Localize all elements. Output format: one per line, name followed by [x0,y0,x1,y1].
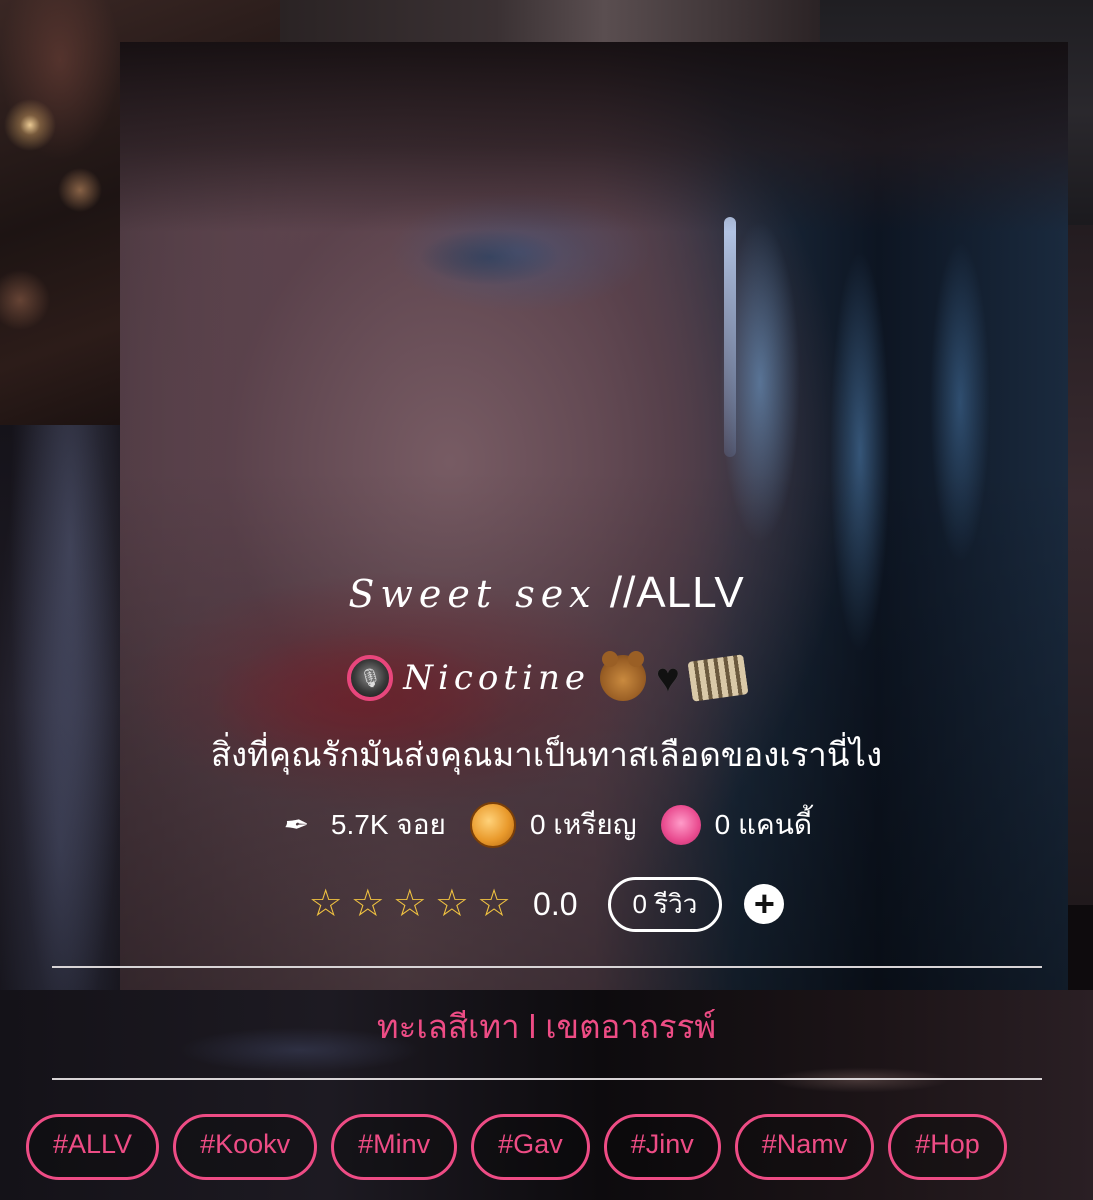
reviews-button[interactable]: 0 รีวิว [607,876,723,932]
story-genre[interactable]: ทะเลสีเทา l เขตอาถรรพ์ [0,1000,1093,1053]
film-strip-icon [687,654,749,702]
candy-icon [660,805,701,845]
coin-count: 0 เหรียญ [529,809,637,840]
tag-chip[interactable]: #Hop [888,1114,1007,1180]
author-name[interactable]: Nicotine [403,658,590,698]
star-icon[interactable]: ☆ [309,885,343,923]
tag-list: #ALLV #Kookv #Minv #Gav #Jinv #Namv #Hop [26,1114,1093,1180]
add-review-button[interactable]: + [744,884,785,924]
star-icon[interactable]: ☆ [477,885,511,923]
tag-chip[interactable]: #Gav [471,1114,590,1180]
black-heart-icon: ♥ [655,655,680,700]
story-stats: ✒ 5.7K จอย 0 เหรียญ 0 แคนดี้ [0,800,1093,850]
star-icon[interactable]: ☆ [351,885,385,923]
divider [52,1078,1042,1080]
tag-chip[interactable]: #Jinv [603,1114,721,1180]
author-row[interactable]: 🎙 Nicotine ♥ [0,650,1093,706]
tag-chip[interactable]: #Kookv [173,1114,318,1180]
star-icon[interactable]: ☆ [393,885,427,923]
rating-row: ☆ ☆ ☆ ☆ ☆ 0.0 0 รีวิว + [0,876,1093,932]
story-title: Sweet sex //ALLV [0,568,1093,618]
author-avatar[interactable]: 🎙 [347,655,394,701]
tag-chip[interactable]: #Namv [734,1114,875,1180]
story-tagline: สิ่งที่คุณรักมันส่งคุณมาเป็นทาสเลือดของเ… [210,736,883,773]
story-title-script: Sweet sex [348,572,597,616]
joy-pen-icon: ✒ [281,807,307,843]
star-icon[interactable]: ☆ [435,885,469,923]
teddy-bear-icon [599,651,646,701]
tag-chip[interactable]: #Minv [331,1114,458,1180]
rating-score: 0.0 [533,885,578,922]
coin-icon [469,802,516,848]
candy-count: 0 แคนดี้ [714,809,813,840]
story-title-suffix: //ALLV [609,568,745,617]
divider [52,966,1042,968]
joy-count: 5.7K จอย [330,809,446,840]
tag-chip[interactable]: #ALLV [26,1114,160,1180]
